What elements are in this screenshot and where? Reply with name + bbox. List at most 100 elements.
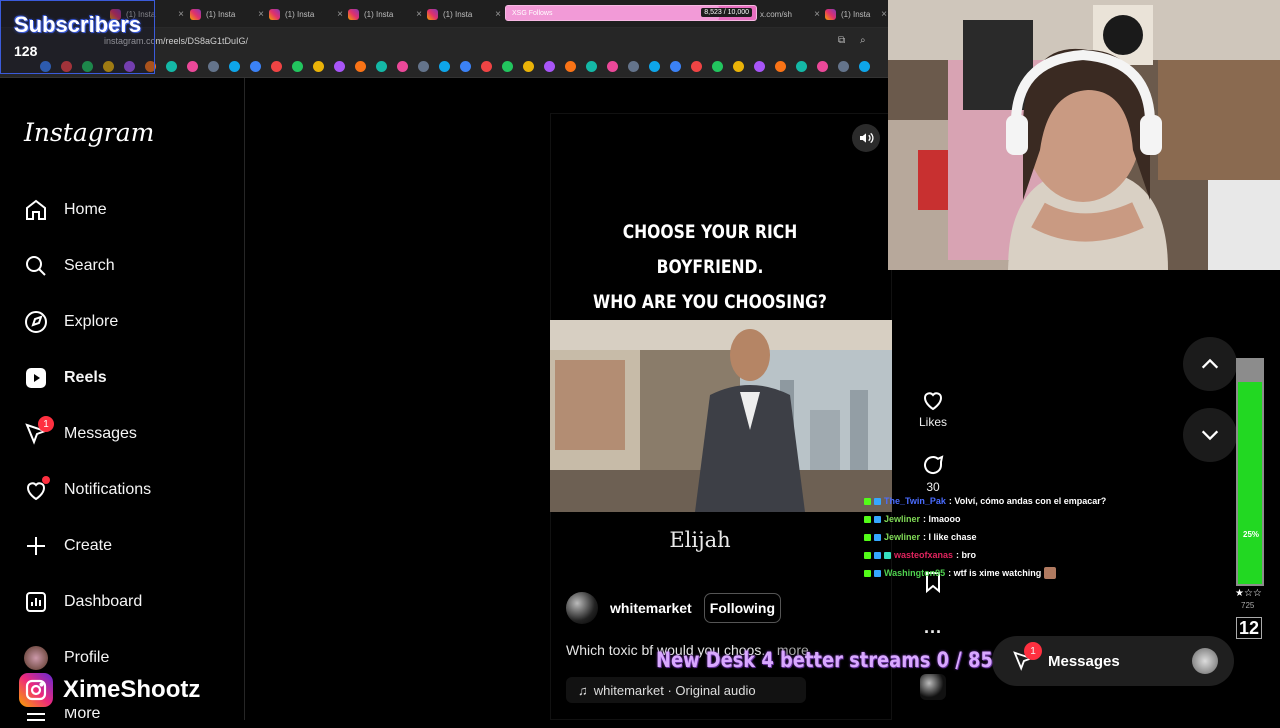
reel-headline-line1: CHOOSE YOUR RICH BOYFRIEND. <box>622 221 798 278</box>
next-reel-button[interactable] <box>1183 408 1237 462</box>
chat-username[interactable]: wasteofxanas <box>894 546 953 564</box>
close-icon[interactable]: × <box>814 9 820 20</box>
bookmark-icon[interactable] <box>460 61 471 72</box>
close-icon[interactable]: × <box>495 9 501 20</box>
bookmark-icon[interactable] <box>817 61 828 72</box>
bookmark-icon[interactable] <box>334 61 345 72</box>
bookmark-icon[interactable] <box>355 61 366 72</box>
instagram-logo[interactable]: Instagram <box>24 118 154 147</box>
close-icon[interactable]: × <box>337 9 343 20</box>
audio-label: whitemarket · Original audio <box>593 682 756 698</box>
bookmark-icon[interactable] <box>691 61 702 72</box>
reel-option-name: Elijah <box>669 528 731 552</box>
chat-text: : bro <box>956 550 977 560</box>
browser-tab[interactable]: (1) Insta × <box>269 4 343 24</box>
notification-badge: 1 <box>1024 642 1042 660</box>
bookmark-icon[interactable] <box>208 61 219 72</box>
sidebar-item-explore[interactable]: Explore <box>24 308 118 336</box>
chat-username[interactable]: Jewliner <box>884 528 920 546</box>
chat-username[interactable]: The_Twin_Pak <box>884 492 946 510</box>
bookmark-icon[interactable] <box>733 61 744 72</box>
tab-label: x.com/sh <box>760 9 793 19</box>
zoom-icon[interactable]: ⌕ <box>860 35 866 46</box>
bookmark-icon[interactable] <box>313 61 324 72</box>
dashboard-icon <box>26 592 46 612</box>
chat-username[interactable]: Washington95 <box>884 564 945 582</box>
browser-tab[interactable]: (1) Insta × <box>825 4 887 24</box>
audio-thumbnail[interactable] <box>912 674 954 703</box>
bookmark-icon[interactable] <box>481 61 492 72</box>
reels-icon <box>26 368 46 388</box>
bookmark-icon[interactable] <box>838 61 849 72</box>
browser-tab[interactable]: x.com/sh × <box>760 4 820 24</box>
like-button[interactable]: Likes <box>912 388 954 429</box>
messages-pill[interactable]: 1 Messages <box>992 636 1234 686</box>
avatar <box>920 674 946 700</box>
browser-tab[interactable]: (1) Insta × <box>348 4 422 24</box>
bookmark-icon[interactable] <box>628 61 639 72</box>
comment-button[interactable]: 30 <box>912 453 954 494</box>
close-icon[interactable]: × <box>178 9 184 20</box>
chevron-up-icon <box>1201 358 1219 369</box>
audio-link[interactable]: ♫ whitemarket · Original audio <box>566 677 806 703</box>
volume-button[interactable] <box>852 124 880 152</box>
messages-label: Messages <box>1048 652 1120 670</box>
bookmark-icon[interactable] <box>292 61 303 72</box>
bookmark-icon[interactable] <box>250 61 261 72</box>
bookmark-icon[interactable] <box>229 61 240 72</box>
previous-reel-button[interactable] <box>1183 337 1237 391</box>
reel-author: whitemarket Following <box>566 592 782 624</box>
bookmark-icon[interactable] <box>754 61 765 72</box>
bookmark-icon[interactable] <box>271 61 282 72</box>
close-icon[interactable]: × <box>258 9 264 20</box>
sidebar-item-profile[interactable]: Profile <box>24 644 109 672</box>
bookmark-icon[interactable] <box>586 61 597 72</box>
sidebar-item-reels[interactable]: Reels <box>24 364 107 392</box>
bookmark-icon[interactable] <box>523 61 534 72</box>
bookmark-icon[interactable] <box>397 61 408 72</box>
screenshot-icon[interactable]: ⧉ <box>838 35 845 46</box>
chat-message: Jewliner: lmaooo <box>864 510 1194 528</box>
bookmark-icon[interactable] <box>607 61 618 72</box>
heart-icon <box>924 392 942 411</box>
bookmark-icon[interactable] <box>649 61 660 72</box>
sidebar-item-create[interactable]: Create <box>24 532 112 560</box>
volume-meter-fill <box>1238 382 1262 584</box>
browser-tab[interactable]: (1) Insta × <box>427 4 501 24</box>
following-button[interactable]: Following <box>703 593 782 623</box>
sidebar-item-search[interactable]: Search <box>24 252 115 280</box>
bookmark-icon[interactable] <box>544 61 555 72</box>
bookmark-icon[interactable] <box>166 61 177 72</box>
instagram-icon <box>19 673 53 707</box>
reel-headline: CHOOSE YOUR RICH BOYFRIEND. WHO ARE YOU … <box>579 215 841 320</box>
more-options-button[interactable]: ··· <box>912 622 954 643</box>
bookmark-icon[interactable] <box>712 61 723 72</box>
bookmark-icon[interactable] <box>859 61 870 72</box>
sidebar-item-label: Reels <box>64 369 107 386</box>
follower-goal-progress-tab[interactable]: XSG Follows 8,523 / 10,000 <box>505 5 757 21</box>
bookmark-icon[interactable] <box>187 61 198 72</box>
bookmark-icon[interactable] <box>439 61 450 72</box>
sidebar-item-label: Home <box>64 201 107 218</box>
sidebar-item-dashboard[interactable]: Dashboard <box>24 588 142 616</box>
bookmark-icon[interactable] <box>565 61 576 72</box>
avatar <box>24 646 48 670</box>
close-icon[interactable]: × <box>416 9 422 20</box>
subscriber-badge-icon <box>874 515 881 523</box>
browser-tab[interactable]: (1) Insta × <box>190 4 264 24</box>
author-avatar[interactable] <box>566 592 598 624</box>
sidebar-item-messages[interactable]: 1 Messages <box>24 416 137 448</box>
bookmark-icon[interactable] <box>376 61 387 72</box>
star-rating: ★☆☆ <box>1235 588 1262 599</box>
sidebar-item-notifications[interactable]: Notifications <box>24 476 151 504</box>
bookmark-icon[interactable] <box>418 61 429 72</box>
instagram-icon <box>825 8 836 20</box>
bookmark-icon[interactable] <box>670 61 681 72</box>
bookmark-icon[interactable] <box>796 61 807 72</box>
bookmark-icon[interactable] <box>775 61 786 72</box>
close-icon[interactable]: × <box>881 9 887 20</box>
chat-username[interactable]: Jewliner <box>884 510 920 528</box>
author-name[interactable]: whitemarket <box>610 600 692 616</box>
sidebar-item-home[interactable]: Home <box>24 196 107 224</box>
bookmark-icon[interactable] <box>502 61 513 72</box>
